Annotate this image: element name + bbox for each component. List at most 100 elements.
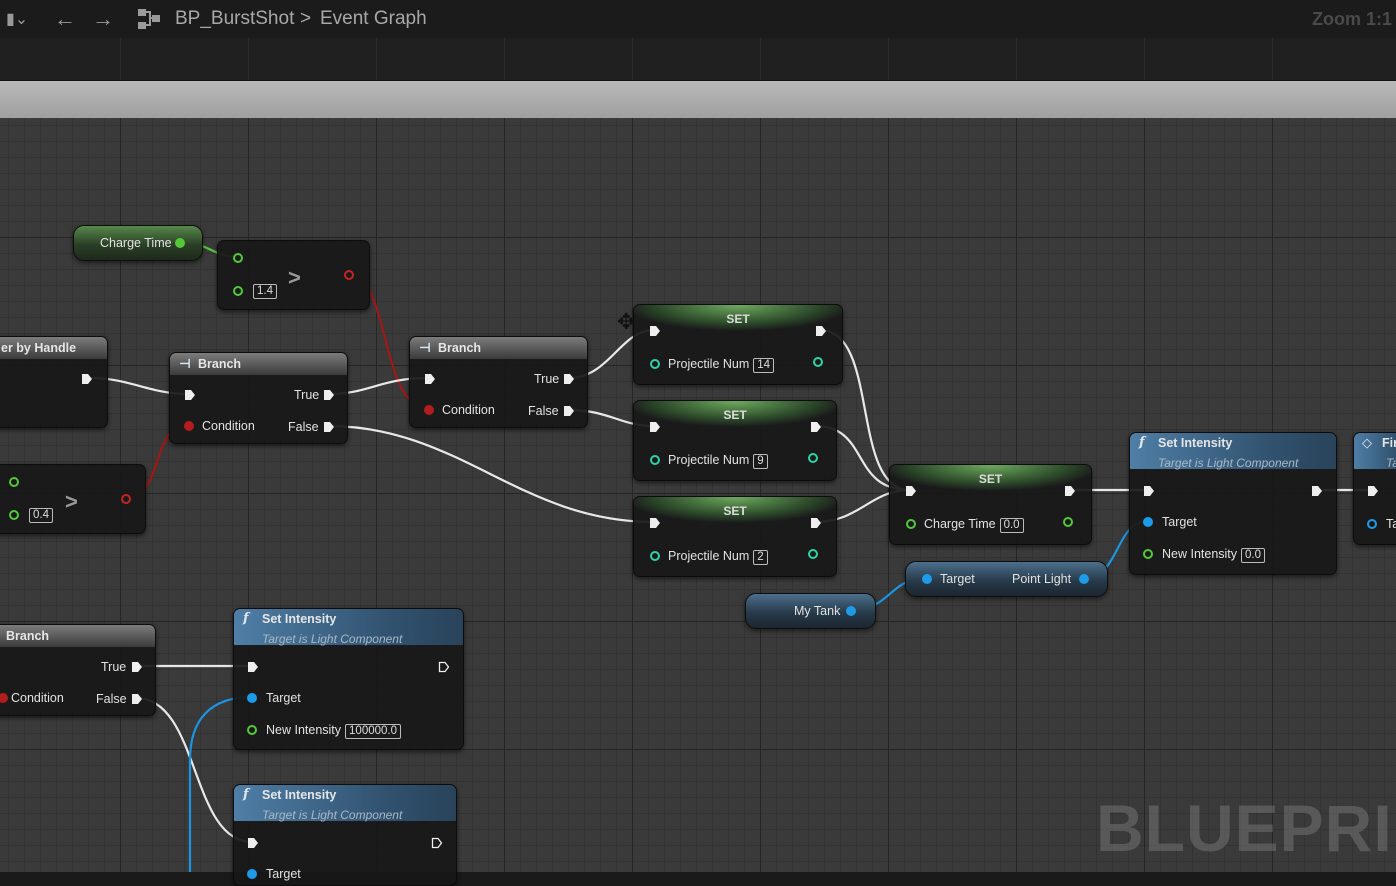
set-projectile-num-14[interactable]: SET Projectile Num 14 xyxy=(633,304,843,385)
exec-false-pin[interactable] xyxy=(131,693,143,705)
my-tank-output-pin[interactable] xyxy=(846,606,856,616)
true-label: True xyxy=(294,388,320,402)
bookmark-icon[interactable]: ▮⌄ xyxy=(6,0,28,38)
exec-true-pin[interactable] xyxy=(563,373,575,385)
target-pin[interactable] xyxy=(1143,517,1153,527)
exec-output-pin[interactable] xyxy=(81,373,93,385)
new-intensity-value[interactable]: 100000.0 xyxy=(345,724,401,739)
set-title: SET xyxy=(890,465,1091,491)
exec-output-pin[interactable] xyxy=(1311,485,1323,497)
tool-strip xyxy=(0,38,1396,81)
charge-time-output-pin[interactable] xyxy=(175,238,185,248)
set-projectile-num-9[interactable]: SET Projectile Num 9 xyxy=(633,400,837,481)
set-projectile-num-2[interactable]: SET Projectile Num 2 xyxy=(633,496,837,577)
exec-true-pin[interactable] xyxy=(131,661,143,673)
compare-a-input-pin[interactable] xyxy=(233,253,243,263)
target-pin[interactable] xyxy=(247,693,257,703)
exec-input-pin[interactable] xyxy=(247,837,259,849)
target-label: Target xyxy=(266,691,301,705)
point-light-output-pin[interactable] xyxy=(1079,574,1089,584)
charge-time-output-pin[interactable] xyxy=(1063,517,1073,527)
projectile-num-value[interactable]: 9 xyxy=(753,454,768,469)
exec-input-pin[interactable] xyxy=(1367,485,1379,497)
charge-time-getter[interactable]: Charge Time xyxy=(73,225,203,261)
new-intensity-pin[interactable] xyxy=(1143,549,1153,559)
branch-node-c[interactable]: Branch True Condition False xyxy=(0,624,156,716)
set-charge-time[interactable]: SET Charge Time 0.0 xyxy=(889,464,1092,545)
exec-output-pin[interactable] xyxy=(810,517,822,529)
charge-time-input-pin[interactable] xyxy=(906,519,916,529)
compare-b-value[interactable]: 0.4 xyxy=(29,508,53,523)
projectile-num-output-pin[interactable] xyxy=(808,453,818,463)
true-label: True xyxy=(101,660,127,674)
branch-icon: ⊣ xyxy=(179,356,191,371)
false-label: False xyxy=(288,420,319,434)
forward-arrow-icon[interactable]: → xyxy=(92,0,114,38)
function-icon: f xyxy=(243,787,249,802)
var-label: Charge Time xyxy=(924,517,996,531)
condition-pin[interactable] xyxy=(184,421,194,431)
exec-input-pin[interactable] xyxy=(247,661,259,673)
condition-pin[interactable] xyxy=(424,405,434,415)
back-arrow-icon[interactable]: ← xyxy=(54,0,76,38)
exec-input-pin[interactable] xyxy=(184,389,196,401)
compare-node-left[interactable]: 0.4 > xyxy=(0,464,146,534)
charge-time-value[interactable]: 0.0 xyxy=(999,518,1024,533)
compare-b-input-pin[interactable] xyxy=(233,286,243,296)
exec-output-pin[interactable] xyxy=(815,325,827,337)
exec-output-pin[interactable] xyxy=(438,661,450,673)
projectile-num-value[interactable]: 2 xyxy=(753,550,768,565)
condition-label: Condition xyxy=(202,419,255,433)
false-label: False xyxy=(528,404,559,418)
zoom-level: Zoom 1:1 xyxy=(1312,8,1393,29)
set-intensity-node-right[interactable]: f Set Intensity Target is Light Component … xyxy=(1129,432,1337,575)
exec-input-pin[interactable] xyxy=(905,485,917,497)
compare-b-value[interactable]: 1.4 xyxy=(253,284,277,299)
exec-false-pin[interactable] xyxy=(563,405,575,417)
projectile-num-input-pin[interactable] xyxy=(650,359,660,369)
set-intensity-node-bottom[interactable]: f Set Intensity Target is Light Component … xyxy=(233,784,457,886)
compare-a-input-pin[interactable] xyxy=(9,477,19,487)
exec-input-pin[interactable] xyxy=(424,373,436,385)
function-subtitle: Target is Light Component xyxy=(262,632,403,646)
timer-by-handle-node[interactable]: er by Handle xyxy=(0,336,108,428)
branch-icon: ⊣ xyxy=(419,340,431,355)
condition-pin[interactable] xyxy=(0,693,8,703)
new-intensity-label: New Intensity xyxy=(266,723,342,737)
point-light-getter[interactable]: Target Point Light xyxy=(905,561,1108,597)
exec-input-pin[interactable] xyxy=(649,421,661,433)
exec-input-pin[interactable] xyxy=(649,517,661,529)
branch-title: Branch xyxy=(0,625,155,647)
projectile-num-input-pin[interactable] xyxy=(650,455,660,465)
compare-node-top[interactable]: 1.4 > xyxy=(217,240,370,310)
projectile-num-value[interactable]: 14 xyxy=(753,358,775,373)
exec-false-pin[interactable] xyxy=(323,421,335,433)
new-intensity-pin[interactable] xyxy=(247,725,257,735)
branch-node-a[interactable]: ⊣ Branch True Condition False xyxy=(169,352,348,444)
blueprint-watermark: BLUEPRINT xyxy=(1096,791,1396,865)
my-tank-getter[interactable]: My Tank xyxy=(745,593,876,629)
projectile-num-output-pin[interactable] xyxy=(808,549,818,559)
exec-output-pin[interactable] xyxy=(1064,485,1076,497)
target-pin[interactable] xyxy=(1367,519,1377,529)
compare-result-pin[interactable] xyxy=(121,494,131,504)
breadcrumb-asset[interactable]: BP_BurstShot xyxy=(175,0,294,38)
projectile-num-output-pin[interactable] xyxy=(813,357,823,367)
compare-result-pin[interactable] xyxy=(344,270,354,280)
new-intensity-value[interactable]: 0.0 xyxy=(1241,548,1266,563)
compare-b-input-pin[interactable] xyxy=(9,510,19,520)
graph-hierarchy-icon[interactable] xyxy=(137,0,161,38)
fire-node-partial[interactable]: ◇ Fir Ta Ta xyxy=(1353,432,1396,545)
exec-input-pin[interactable] xyxy=(649,325,661,337)
breadcrumb-graph[interactable]: Event Graph xyxy=(320,0,427,38)
exec-output-pin[interactable] xyxy=(810,421,822,433)
set-intensity-node-mid[interactable]: f Set Intensity Target is Light Component … xyxy=(233,608,464,750)
true-label: True xyxy=(534,372,560,386)
exec-true-pin[interactable] xyxy=(323,389,335,401)
target-pin[interactable] xyxy=(247,869,257,879)
branch-node-b[interactable]: ⊣ Branch True Condition False xyxy=(409,336,588,428)
target-input-pin[interactable] xyxy=(922,574,932,584)
projectile-num-input-pin[interactable] xyxy=(650,551,660,561)
exec-output-pin[interactable] xyxy=(431,837,443,849)
exec-input-pin[interactable] xyxy=(1143,485,1155,497)
